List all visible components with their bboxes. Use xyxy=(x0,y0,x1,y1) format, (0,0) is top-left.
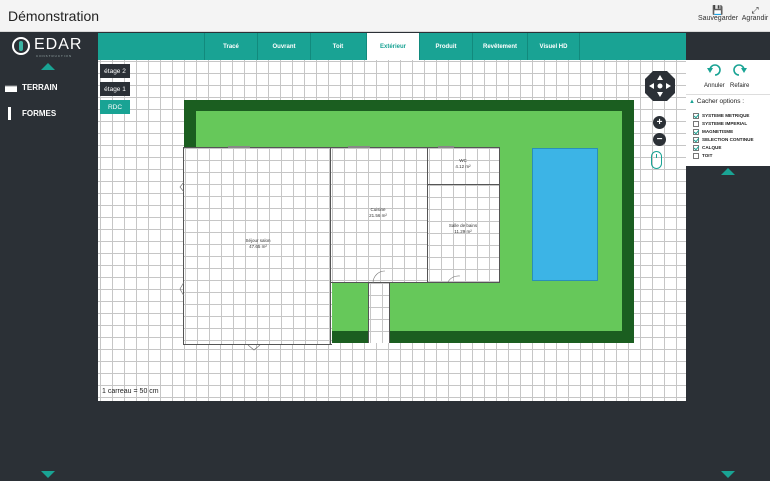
tab-produit[interactable]: Produit xyxy=(419,33,472,60)
logo-subtitle: CONSTRUCTION xyxy=(36,54,73,58)
scale-label: 1 carreau = 50 cm xyxy=(102,388,159,395)
tab-visuel-hd[interactable]: Visuel HD xyxy=(527,33,580,60)
sidebar-item-terrain[interactable]: TERRAIN xyxy=(0,78,98,98)
logo-text: EDAR xyxy=(34,36,83,53)
zoom-in-button[interactable]: + xyxy=(653,116,666,129)
room-area: 21.56 m² xyxy=(369,213,387,218)
option-selection-continue[interactable]: SELECTION CONTINUE xyxy=(693,136,754,143)
options-toggle[interactable]: ▲ Cacher options : xyxy=(689,98,744,105)
app-window: Démonstration 💾 Sauvegarder ⤢ Agrandir E… xyxy=(0,0,770,481)
zoom-out-button[interactable]: − xyxy=(653,133,666,146)
sidebar-scroll-down-icon[interactable] xyxy=(41,471,55,478)
main-tabs: Tracé Ouvrant Toit Extérieur Produit Rev… xyxy=(98,33,686,60)
triangle-up-icon: ▲ xyxy=(689,99,695,105)
tab-toit[interactable]: Toit xyxy=(310,33,365,60)
redo-button[interactable]: Refaire xyxy=(730,83,749,89)
option-label: MAGNETISME xyxy=(702,129,734,134)
title-bar: Démonstration 💾 Sauvegarder ⤢ Agrandir xyxy=(0,0,770,32)
left-sidebar: EDAR CONSTRUCTION TERRAIN FORMES xyxy=(0,33,98,481)
sidebar-item-label: TERRAIN xyxy=(22,83,58,92)
room-area: 11.29 m² xyxy=(454,229,472,234)
history-box: Annuler Refaire xyxy=(686,60,770,94)
option-label: SELECTION CONTINUE xyxy=(702,137,754,142)
terrain-icon xyxy=(5,85,17,92)
mouse-icon[interactable] xyxy=(651,151,662,169)
option-label: TOIT xyxy=(702,153,713,158)
pan-control[interactable] xyxy=(644,70,676,102)
option-systeme-imperial[interactable]: SYSTEME IMPERIAL xyxy=(693,120,747,127)
pool[interactable] xyxy=(532,148,598,281)
tab-ouvrant[interactable]: Ouvrant xyxy=(257,33,310,60)
checkbox[interactable] xyxy=(693,112,699,119)
option-toit[interactable]: TOIT xyxy=(693,152,712,159)
checkbox[interactable] xyxy=(693,136,699,143)
checkbox[interactable] xyxy=(693,128,699,135)
right-panel: Annuler Refaire ▲ Cacher options : SYSTE… xyxy=(686,60,770,481)
room-label-wc: WC 4.12 m² xyxy=(434,158,492,170)
checkbox[interactable] xyxy=(693,152,699,159)
option-calque[interactable]: CALQUE xyxy=(693,144,721,151)
tab-trace[interactable]: Tracé xyxy=(204,33,257,60)
options-panel: ▲ Cacher options : SYSTEME METRIQUE SYST… xyxy=(686,94,770,166)
room-area: 4.12 m² xyxy=(455,164,471,169)
redo-icon[interactable] xyxy=(733,63,747,77)
tab-revetement[interactable]: Revêtement xyxy=(472,33,527,60)
undo-icon[interactable] xyxy=(707,63,721,77)
option-label: SYSTEME METRIQUE xyxy=(702,113,750,118)
options-scroll-down-icon[interactable] xyxy=(721,471,735,478)
undo-button[interactable]: Annuler xyxy=(704,83,725,89)
save-icon: 💾 xyxy=(712,5,724,15)
checkbox[interactable] xyxy=(693,120,699,127)
sidebar-item-label: FORMES xyxy=(22,109,57,118)
expand-button[interactable]: ⤢ Agrandir xyxy=(740,5,770,22)
room-label-cuisine: Cuisine 21.56 m² xyxy=(348,207,408,219)
sidebar-scroll-up-icon[interactable] xyxy=(41,63,55,70)
room-label-sejour: Séjour salon 47.65 m² xyxy=(228,238,288,250)
checkbox[interactable] xyxy=(693,144,699,151)
expand-label: Agrandir xyxy=(741,15,769,22)
options-title: Cacher options : xyxy=(696,98,745,105)
expand-icon: ⤢ xyxy=(751,5,759,15)
logo-mark xyxy=(12,37,30,55)
save-label: Sauvegarder xyxy=(697,15,739,22)
plan-canvas[interactable]: étage 2 étage 1 RDC Séjour salon 47.65 m… xyxy=(98,60,686,401)
room-label-salle-de-bains: Salle de bains 11.29 m² xyxy=(434,223,492,235)
option-magnetisme[interactable]: MAGNETISME xyxy=(693,128,733,135)
tab-exterieur[interactable]: Extérieur xyxy=(366,33,419,60)
option-systeme-metrique[interactable]: SYSTEME METRIQUE xyxy=(693,112,749,119)
option-label: CALQUE xyxy=(702,145,722,150)
options-scroll-up-icon[interactable] xyxy=(721,168,735,175)
sidebar-item-formes[interactable]: FORMES xyxy=(0,104,98,124)
option-label: SYSTEME IMPERIAL xyxy=(702,121,748,126)
logo: EDAR CONSTRUCTION xyxy=(0,33,98,62)
room-area: 47.65 m² xyxy=(249,244,267,249)
save-button[interactable]: 💾 Sauvegarder xyxy=(697,5,739,22)
app-title: Démonstration xyxy=(8,8,100,24)
formes-icon xyxy=(8,107,11,120)
